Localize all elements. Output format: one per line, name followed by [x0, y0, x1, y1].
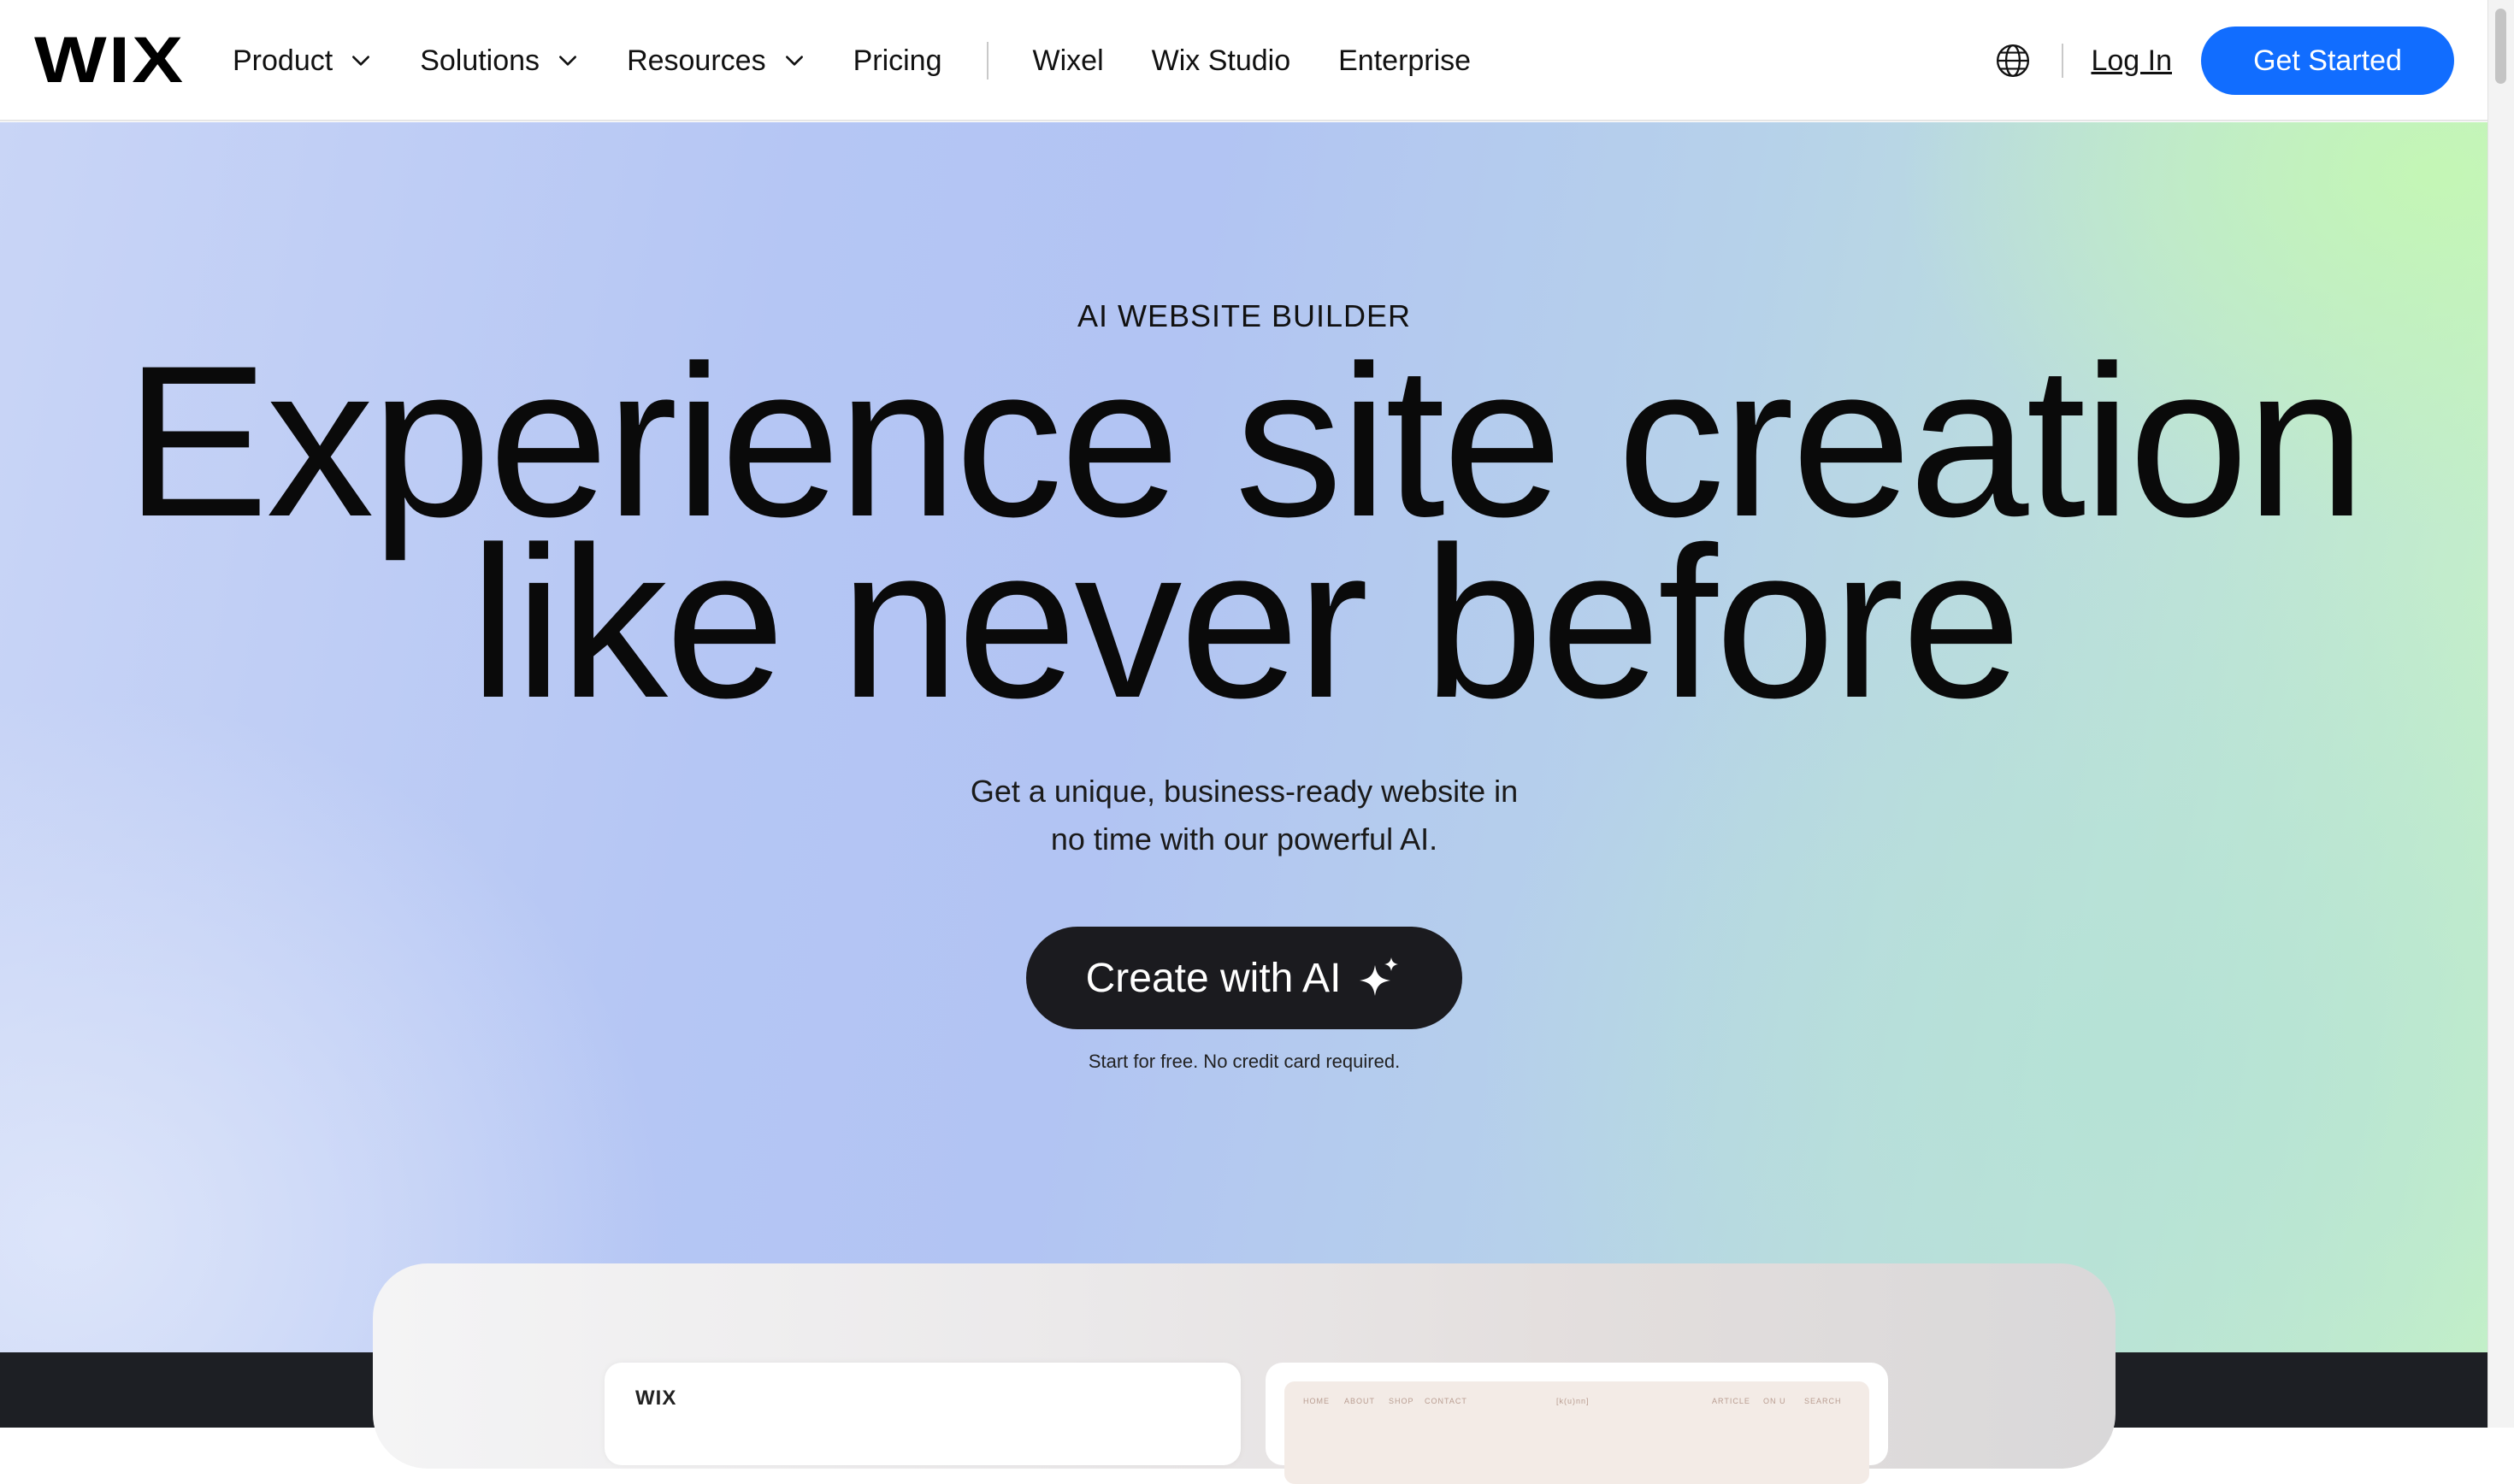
- nav-resources[interactable]: Resources: [627, 44, 806, 78]
- preview-nav-item: ABOUT: [1344, 1397, 1376, 1405]
- main-nav: Product Solutions Resources Pricing Wixe…: [233, 0, 1519, 121]
- preview-nav-item: CONTACT: [1425, 1397, 1467, 1405]
- hero-subtext-line-2: no time with our powerful AI.: [1050, 822, 1438, 857]
- preview-nav-item: HOME: [1303, 1397, 1330, 1405]
- chevron-down-icon: [559, 56, 577, 66]
- hero-note: Start for free. No credit card required.: [1088, 1051, 1401, 1072]
- preview-nav-item: ON U: [1763, 1397, 1786, 1405]
- nav-pricing[interactable]: Pricing: [853, 44, 942, 78]
- hero-subtext-line-1: Get a unique, business-ready website in: [970, 774, 1519, 809]
- nav-pricing-label: Pricing: [853, 44, 942, 77]
- preview-nav-item: SEARCH: [1804, 1397, 1842, 1405]
- nav-solutions-label: Solutions: [420, 44, 540, 77]
- nav-product[interactable]: Product: [233, 44, 372, 78]
- globe-icon[interactable]: [1995, 43, 2031, 79]
- nav-resources-label: Resources: [627, 44, 766, 77]
- preview-nav-item: [k(u)nn]: [1556, 1397, 1590, 1405]
- create-with-ai-button[interactable]: Create with AI: [1026, 927, 1462, 1029]
- top-navigation-bar: WIX Product Solutions Resources Pricing …: [0, 0, 2488, 121]
- chevron-down-icon: [785, 56, 803, 66]
- sparkle-icon: [1360, 957, 1399, 996]
- wix-logo[interactable]: WIX: [34, 28, 185, 93]
- preview-nav-item: SHOP: [1389, 1397, 1414, 1405]
- hero-subtext: Get a unique, business-ready website in …: [902, 768, 1586, 863]
- preview-site-thumbnail: HOME ABOUT SHOP CONTACT [k(u)nn] ARTICLE…: [1284, 1381, 1869, 1484]
- preview-card-right: HOME ABOUT SHOP CONTACT [k(u)nn] ARTICLE…: [1266, 1363, 1888, 1484]
- nav-enterprise[interactable]: Enterprise: [1338, 44, 1471, 78]
- preview-nav-item: ARTICLE: [1712, 1397, 1750, 1405]
- get-started-button[interactable]: Get Started: [2201, 26, 2454, 95]
- create-with-ai-label: Create with AI: [1085, 955, 1342, 1001]
- nav-divider: [986, 42, 988, 80]
- preview-wix-logo: WIX: [635, 1387, 677, 1410]
- hero-headline: Experience site creation like never befo…: [0, 334, 2488, 731]
- nav-wixel[interactable]: Wixel: [1033, 44, 1104, 78]
- scrollbar-thumb[interactable]: [2495, 9, 2506, 84]
- nav-wix-studio[interactable]: Wix Studio: [1152, 44, 1291, 78]
- header-actions: Log In Get Started: [1995, 0, 2454, 121]
- chevron-down-icon: [352, 56, 370, 66]
- hero-section: AI WEBSITE BUILDER Experience site creat…: [0, 122, 2488, 1353]
- preview-card-left: WIX: [605, 1363, 1241, 1465]
- nav-solutions[interactable]: Solutions: [420, 44, 579, 78]
- nav-product-label: Product: [233, 44, 333, 77]
- page-scrollbar[interactable]: [2487, 0, 2514, 1428]
- login-link[interactable]: Log In: [2091, 44, 2172, 78]
- header-divider: [2062, 44, 2064, 78]
